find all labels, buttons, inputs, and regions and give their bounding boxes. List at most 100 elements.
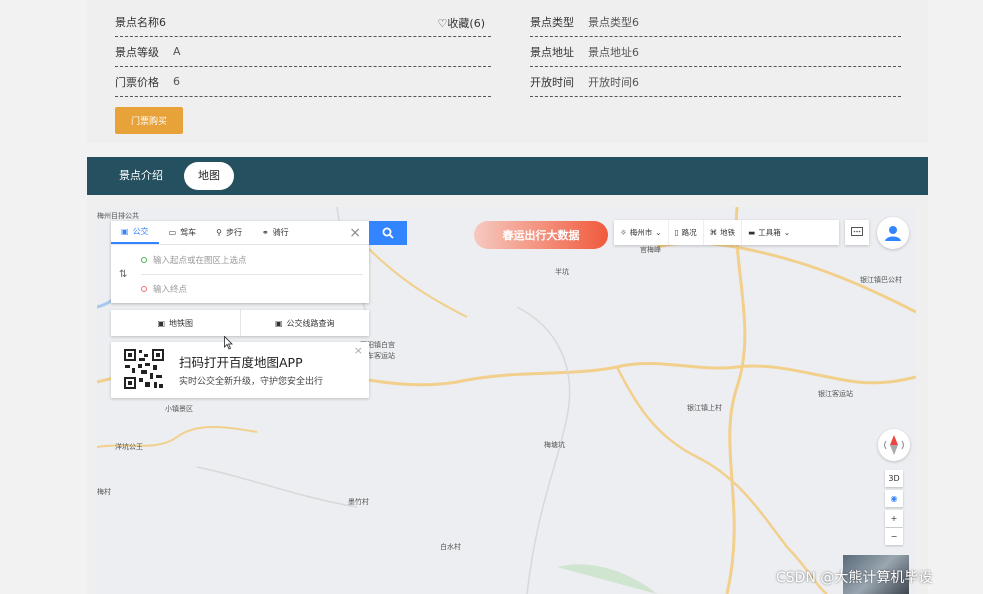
route-mode-tabs: ▣ 公交 ▭ 驾车 ⚲ 步行 ⚭ 骑行 × [111, 221, 369, 245]
route-search-button[interactable] [369, 221, 407, 245]
buy-ticket-button[interactable]: 门票购买 [115, 107, 183, 134]
qr-code [123, 348, 165, 390]
traffic-label: 路况 [681, 228, 697, 237]
route-tab-drive[interactable]: ▭ 驾车 [159, 221, 207, 244]
divider [141, 274, 363, 275]
spring-travel-banner[interactable]: 春运出行大数据 [474, 221, 608, 249]
map-place: 白水村 [440, 543, 461, 551]
map-place: 墨竹村 [348, 498, 369, 506]
qr-subtitle: 实时公交全新升级，守护您安全出行 [179, 377, 324, 387]
map-place: 洋坑公王 [115, 443, 143, 451]
route-tab-ride-label: 骑行 [272, 228, 289, 237]
message-icon [851, 227, 863, 236]
bus-route-query-label: 公交线路查询 [286, 318, 335, 328]
bus-icon: ▣ [121, 227, 129, 236]
map-place: 梅村 [97, 488, 111, 496]
start-input[interactable]: 输入起点或在图区上选点 [141, 254, 247, 266]
type-value: 景点类型6 [588, 15, 639, 29]
city-selector[interactable]: ☼ 梅州市 ⌄ [614, 220, 669, 245]
map-place: 银江镇上村 [687, 404, 722, 412]
message-button[interactable] [845, 220, 869, 245]
info-row-price: 门票价格 6 [115, 67, 491, 97]
traffic-icon: ▯ [674, 228, 679, 237]
favorite-link[interactable]: ♡收藏(6) [438, 15, 485, 31]
sun-icon: ☼ [620, 228, 627, 237]
qr-title: 扫码打开百度地图APP [179, 355, 303, 370]
scenic-name: 景点名称6 [115, 15, 166, 29]
subway-toggle[interactable]: ⌘ 地铁 [704, 220, 743, 245]
zoom-in-button[interactable]: + [885, 510, 903, 527]
subway-icon: ⌘ [709, 228, 718, 237]
start-placeholder: 输入起点或在图区上选点 [153, 256, 247, 266]
favorite-label: 收藏(6) [447, 17, 485, 30]
start-dot-icon [141, 257, 147, 263]
toolbox-icon: ▬ [748, 228, 756, 237]
address-label: 景点地址 [530, 45, 574, 59]
map-place: 小镇景区 [165, 405, 193, 413]
bus-icon: ▣ [274, 318, 283, 328]
level-value: A [173, 45, 181, 58]
route-tab-drive-label: 驾车 [180, 228, 197, 237]
traffic-toggle[interactable]: ▯ 路况 [669, 220, 704, 245]
car-icon: ▭ [168, 228, 177, 237]
app-qr-promo: 扫码打开百度地图APP 实时公交全新升级，守护您安全出行 × [111, 342, 369, 398]
info-row-type: 景点类型 景点类型6 [530, 7, 901, 37]
info-row-address: 景点地址 景点地址6 [530, 37, 901, 67]
compass-control[interactable] [878, 429, 910, 461]
map-place: 半坑 [555, 268, 569, 276]
end-input[interactable]: 输入终点 [141, 283, 187, 295]
map-toolbar: ☼ 梅州市 ⌄ ▯ 路况 ⌘ 地铁 ▬ 工具箱 ⌄ [614, 220, 839, 245]
price-value: 6 [173, 75, 180, 88]
user-button[interactable] [877, 217, 909, 249]
close-icon[interactable]: × [354, 344, 363, 357]
info-row-open-time: 开放时间 开放时间6 [530, 67, 901, 97]
mouse-cursor-icon [224, 336, 233, 350]
subway-label: 地铁 [720, 228, 736, 237]
map-place: 车客运站 [367, 352, 395, 360]
swap-icon[interactable]: ⇅ [119, 269, 127, 280]
route-tab-walk-label: 步行 [225, 228, 242, 237]
baidu-map[interactable]: 梅州目排公共 半坑 官梅峰 银江镇巴公村 百阳镇白宫 车客运站 小镇景区 银江镇… [97, 207, 916, 594]
subway-map-label: 地铁图 [169, 318, 194, 328]
chevron-down-icon: ⌄ [655, 228, 662, 237]
info-row-level: 景点等级 A [115, 37, 491, 67]
bus-route-query-link[interactable]: ▣ 公交线路查询 [241, 310, 370, 336]
toolbox-label: 工具箱 [758, 228, 781, 237]
subway-map-link[interactable]: ▣ 地铁图 [111, 310, 241, 336]
close-icon[interactable]: × [341, 221, 369, 244]
end-dot-icon [141, 286, 147, 292]
map-place: 梅塘坑 [544, 441, 565, 449]
map-place: 银江镇巴公村 [860, 276, 902, 284]
route-tab-ride[interactable]: ⚭ 骑行 [252, 221, 299, 244]
tab-map[interactable]: 地图 [184, 162, 234, 190]
bike-icon: ⚭ [261, 228, 269, 237]
type-label: 景点类型 [530, 15, 574, 29]
search-icon [382, 227, 394, 239]
locate-button[interactable]: ◉ [885, 490, 903, 507]
route-tab-bus[interactable]: ▣ 公交 [111, 221, 159, 244]
route-tab-walk[interactable]: ⚲ 步行 [206, 221, 252, 244]
price-label: 门票价格 [115, 75, 159, 89]
locate-icon: ◉ [890, 494, 898, 503]
watermark: CSDN @大熊计算机毕设 [776, 570, 933, 586]
route-tab-bus-label: 公交 [132, 227, 149, 236]
subway-icon: ▣ [157, 318, 166, 328]
tab-intro[interactable]: 景点介绍 [105, 162, 177, 190]
toolbox-menu[interactable]: ▬ 工具箱 ⌄ [742, 220, 796, 245]
open-time-label: 开放时间 [530, 75, 574, 89]
3d-toggle[interactable]: 3D [885, 470, 903, 487]
address-value: 景点地址6 [588, 45, 639, 59]
heart-icon: ♡ [437, 17, 448, 30]
zoom-out-button[interactable]: − [885, 528, 903, 545]
open-time-value: 开放时间6 [588, 75, 639, 89]
map-place: 梅州目排公共 [97, 212, 139, 220]
page: 景点名称6 ♡收藏(6) 景点类型 景点类型6 景点等级 A 景点地址 景点地址… [0, 0, 983, 594]
end-placeholder: 输入终点 [153, 285, 188, 295]
map-place: 官梅峰 [640, 246, 661, 254]
scenic-info-panel: 景点名称6 ♡收藏(6) 景点类型 景点类型6 景点等级 A 景点地址 景点地址… [87, 0, 928, 143]
walk-icon: ⚲ [216, 228, 222, 237]
level-label: 景点等级 [115, 45, 159, 59]
city-label: 梅州市 [629, 228, 653, 237]
route-search-panel: ▣ 公交 ▭ 驾车 ⚲ 步行 ⚭ 骑行 × ⇅ 输入起点或在图区上选点 输入终点 [111, 221, 369, 303]
map-place: 银江客运站 [818, 390, 853, 398]
